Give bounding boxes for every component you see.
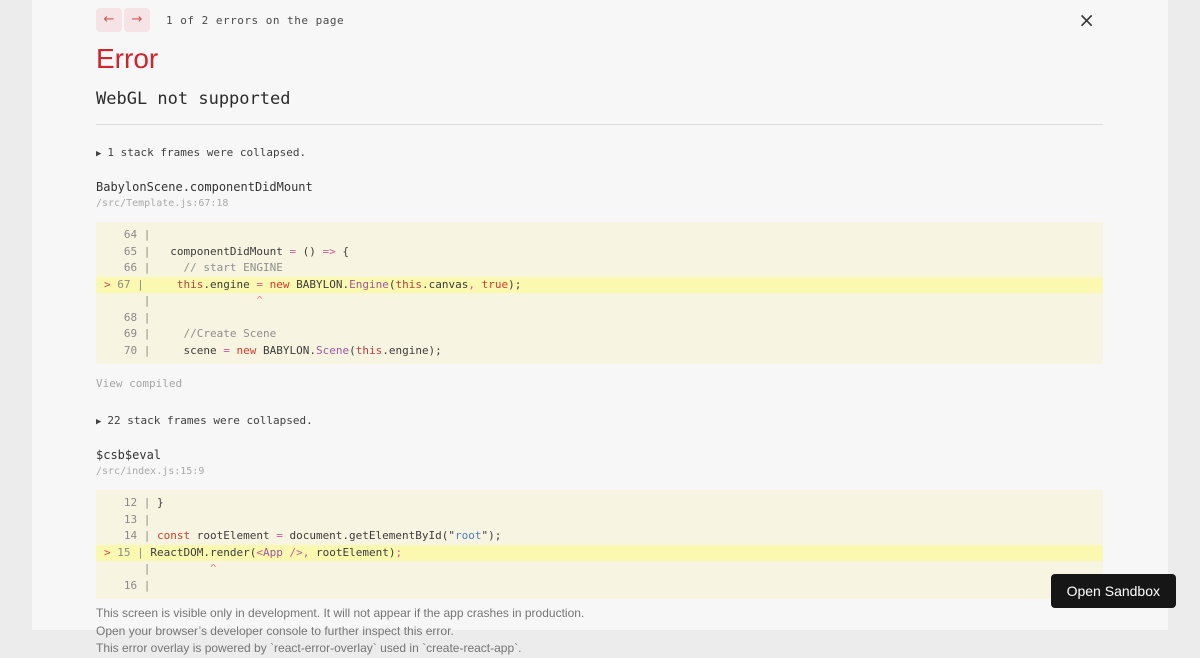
stack-frame-function: $csb$eval xyxy=(96,448,1103,462)
stack-frame-path: /src/index.js:15:9 xyxy=(96,466,1103,477)
code-line: 64 | xyxy=(96,227,1103,244)
footer-note: This error overlay is powered by `react-… xyxy=(96,640,1103,658)
code-line: | ^ xyxy=(96,293,1103,310)
code-line: 13 | xyxy=(96,512,1103,529)
error-message: WebGL not supported xyxy=(96,89,1103,109)
code-line: | ^ xyxy=(96,561,1103,578)
footer-note: This screen is visible only in developme… xyxy=(96,605,1103,623)
code-line: 12 | } xyxy=(96,495,1103,512)
open-sandbox-button[interactable]: Open Sandbox xyxy=(1051,574,1176,608)
code-line: 70 | scene = new BABYLON.Scene(this.engi… xyxy=(96,343,1103,360)
collapsed-frames-toggle-1[interactable]: ▶ 1 stack frames were collapsed. xyxy=(96,146,306,159)
collapsed-frames-label: 1 stack frames were collapsed. xyxy=(107,146,306,159)
code-line: 69 | //Create Scene xyxy=(96,326,1103,343)
footer-note: Open your browser’s developer console to… xyxy=(96,623,1103,641)
previous-error-button[interactable]: ← xyxy=(96,8,122,32)
collapsed-frames-label: 22 stack frames were collapsed. xyxy=(107,414,312,427)
stack-frame-function: BabylonScene.componentDidMount xyxy=(96,180,1103,194)
error-count-label: 1 of 2 errors on the page xyxy=(166,14,344,27)
error-title: Error xyxy=(96,44,1103,74)
close-icon: × xyxy=(1078,8,1095,32)
error-overlay: ← → 1 of 2 errors on the page × Error We… xyxy=(32,0,1168,630)
arrow-right-icon: → xyxy=(132,12,143,27)
code-line: 65 | componentDidMount = () => { xyxy=(96,244,1103,261)
arrow-left-icon: ← xyxy=(104,12,115,27)
collapse-triangle-icon: ▶ xyxy=(96,417,101,427)
view-compiled-link[interactable]: View compiled xyxy=(96,377,182,390)
code-line: 66 | // start ENGINE xyxy=(96,260,1103,277)
overlay-footer: This screen is visible only in developme… xyxy=(96,605,1103,658)
code-line: 14 | const rootElement = document.getEle… xyxy=(96,528,1103,545)
code-snippet: 12 | } 13 | 14 | const rootElement = doc… xyxy=(96,490,1103,599)
next-error-button[interactable]: → xyxy=(124,8,150,32)
code-snippet: 64 | 65 | componentDidMount = () => { 66… xyxy=(96,222,1103,364)
code-line: 68 | xyxy=(96,310,1103,327)
close-overlay-button[interactable]: × xyxy=(1070,10,1103,30)
code-line-highlighted: > 15 | ReactDOM.render(<App />, rootElem… xyxy=(96,545,1103,562)
collapse-triangle-icon: ▶ xyxy=(96,149,101,159)
code-line: 16 | xyxy=(96,578,1103,595)
stack-frame-path: /src/Template.js:67:18 xyxy=(96,198,1103,209)
error-nav-row: ← → 1 of 2 errors on the page × xyxy=(96,0,1103,32)
code-line-highlighted: > 67 | this.engine = new BABYLON.Engine(… xyxy=(96,277,1103,294)
divider xyxy=(96,124,1103,125)
collapsed-frames-toggle-2[interactable]: ▶ 22 stack frames were collapsed. xyxy=(96,414,313,427)
